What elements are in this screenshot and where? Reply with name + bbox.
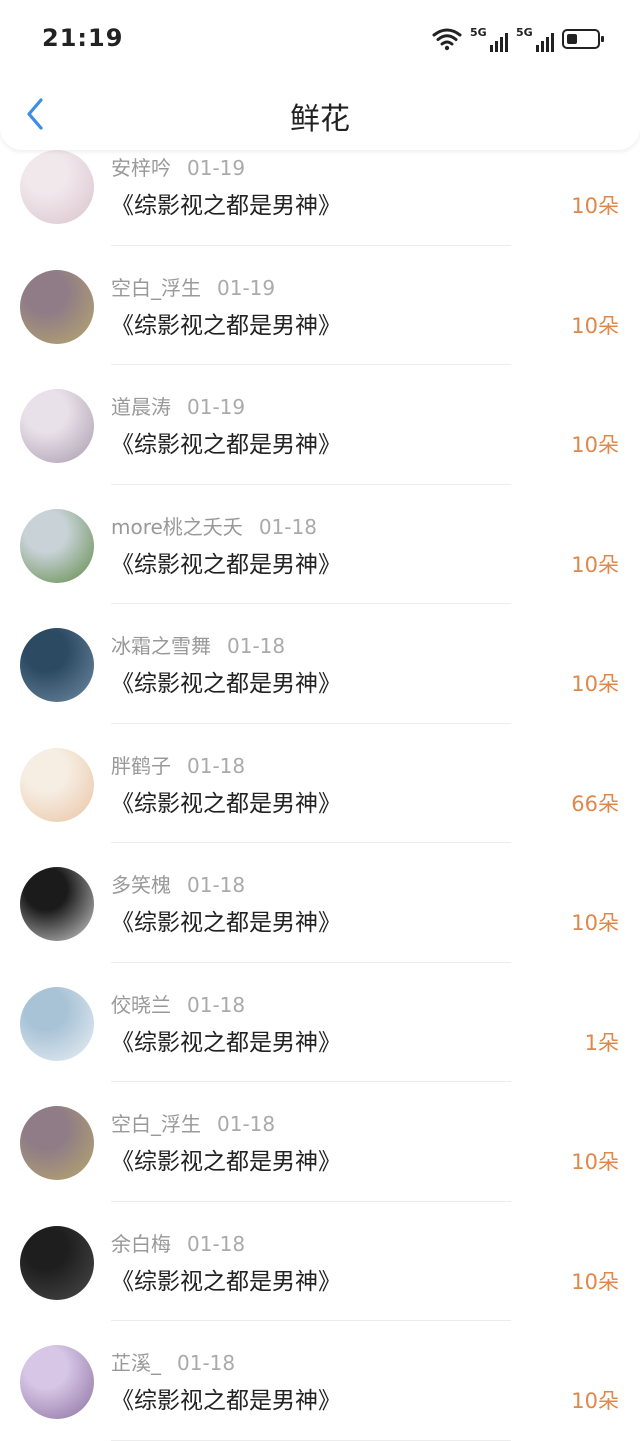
avatar[interactable] <box>20 1225 94 1300</box>
avatar[interactable] <box>20 150 94 224</box>
flower-count: 10朵 <box>571 194 619 218</box>
item-meta: 冰霜之雪舞 01-18 <box>111 630 285 659</box>
list-item[interactable]: 空白_浮生 01-18 《综影视之都是男神》 10朵 <box>0 1082 640 1202</box>
avatar[interactable] <box>20 986 94 1061</box>
status-bar: 21:19 5G 5G <box>0 0 640 78</box>
flower-count: 66朵 <box>571 791 619 816</box>
item-date: 01-18 <box>187 873 246 897</box>
status-icons: 5G 5G <box>432 24 604 54</box>
book-title: 《综影视之都是男神》 <box>111 910 341 936</box>
book-title: 《综影视之都是男神》 <box>111 432 341 458</box>
avatar[interactable] <box>20 1345 94 1419</box>
user-name: 道晨涛 <box>111 395 171 419</box>
flower-count: 10朵 <box>571 313 619 338</box>
signal-icon: 5G <box>516 26 554 52</box>
avatar[interactable] <box>20 1106 94 1180</box>
item-date: 01-18 <box>227 634 286 658</box>
flower-count: 10朵 <box>571 433 619 457</box>
sim1-label: 5G <box>470 26 487 39</box>
list-item[interactable]: 冰霜之雪舞 01-18 《综影视之都是男神》 10朵 <box>0 604 640 724</box>
item-date: 01-18 <box>187 992 246 1017</box>
user-name: 芷溪_ <box>111 1351 161 1375</box>
flower-count: 10朵 <box>571 552 619 577</box>
book-title: 《综影视之都是男神》 <box>111 193 341 219</box>
list-item[interactable]: 多笑槐 01-18 《综影视之都是男神》 10朵 <box>0 843 640 963</box>
user-name: 佼晓兰 <box>111 992 171 1017</box>
avatar[interactable] <box>20 867 94 941</box>
item-date: 01-18 <box>258 514 317 539</box>
user-name: 余白梅 <box>111 1231 171 1256</box>
list-item[interactable]: 佼晓兰 01-18 《综影视之都是男神》 1朵 <box>0 963 640 1082</box>
avatar[interactable] <box>20 628 94 702</box>
item-meta: 佼晓兰 01-18 <box>111 989 245 1018</box>
avatar[interactable] <box>20 269 94 344</box>
app-header: 鲜花 <box>0 78 640 150</box>
avatar[interactable] <box>20 747 94 822</box>
item-meta: 胖鹤子 01-18 <box>111 750 245 779</box>
item-date: 01-19 <box>217 275 276 300</box>
book-title: 《综影视之都是男神》 <box>111 671 341 697</box>
flower-count: 1朵 <box>584 1030 619 1055</box>
page-title: 鲜花 <box>290 102 350 137</box>
signal-icon: 5G <box>470 26 508 52</box>
book-title: 《综影视之都是男神》 <box>111 312 341 339</box>
flower-count: 10朵 <box>571 1269 619 1294</box>
item-meta: 道晨涛 01-19 <box>111 391 245 420</box>
book-title: 《综影视之都是男神》 <box>111 1388 341 1414</box>
item-date: 01-18 <box>177 1351 236 1375</box>
item-date: 01-19 <box>187 395 246 419</box>
battery-icon <box>562 29 604 49</box>
item-meta: 空白_浮生 01-18 <box>111 1108 275 1137</box>
list-item[interactable]: 芷溪_ 01-18 《综影视之都是男神》 10朵 <box>0 1321 640 1441</box>
user-name: more桃之夭夭 <box>111 514 243 539</box>
book-title: 《综影视之都是男神》 <box>111 1029 341 1056</box>
book-title: 《综影视之都是男神》 <box>111 1149 341 1175</box>
user-name: 胖鹤子 <box>111 753 171 778</box>
avatar[interactable] <box>20 508 94 583</box>
item-date: 01-18 <box>187 753 246 778</box>
item-meta: 余白梅 01-18 <box>111 1228 245 1257</box>
flower-list: 安梓吟 01-19 《综影视之都是男神》 10朵 空白_浮生 01-19 《综影视之… <box>0 126 640 1441</box>
status-time: 21:19 <box>42 24 124 52</box>
item-meta: 芷溪_ 01-18 <box>111 1347 235 1376</box>
item-meta: more桃之夭夭 01-18 <box>111 511 317 540</box>
item-date: 01-18 <box>217 1112 276 1136</box>
book-title: 《综影视之都是男神》 <box>111 790 341 817</box>
list-item[interactable]: more桃之夭夭 01-18 《综影视之都是男神》 10朵 <box>0 485 640 604</box>
item-date: 01-18 <box>187 1231 246 1256</box>
book-title: 《综影视之都是男神》 <box>111 551 341 578</box>
flower-count: 10朵 <box>571 1389 619 1413</box>
list-item[interactable]: 道晨涛 01-19 《综影视之都是男神》 10朵 <box>0 365 640 485</box>
user-name: 冰霜之雪舞 <box>111 634 211 658</box>
flower-count: 10朵 <box>571 911 619 935</box>
divider <box>111 1439 511 1441</box>
sim2-label: 5G <box>516 26 533 39</box>
item-meta: 多笑槐 01-18 <box>111 869 245 898</box>
item-meta: 空白_浮生 01-19 <box>111 272 275 301</box>
list-item[interactable]: 余白梅 01-18 《综影视之都是男神》 10朵 <box>0 1202 640 1321</box>
item-meta: 安梓吟 01-19 <box>111 152 245 181</box>
user-name: 多笑槐 <box>111 873 171 897</box>
flower-count: 10朵 <box>571 1150 619 1174</box>
wifi-icon <box>432 28 462 51</box>
battery-level <box>567 34 577 44</box>
user-name: 安梓吟 <box>111 156 171 180</box>
list-item[interactable]: 空白_浮生 01-19 《综影视之都是男神》 10朵 <box>0 246 640 365</box>
avatar[interactable] <box>20 389 94 463</box>
list-item[interactable]: 胖鹤子 01-18 《综影视之都是男神》 66朵 <box>0 724 640 843</box>
flower-count: 10朵 <box>571 672 619 696</box>
item-date: 01-19 <box>187 156 246 180</box>
user-name: 空白_浮生 <box>111 1112 201 1136</box>
book-title: 《综影视之都是男神》 <box>111 1268 341 1295</box>
user-name: 空白_浮生 <box>111 275 201 300</box>
